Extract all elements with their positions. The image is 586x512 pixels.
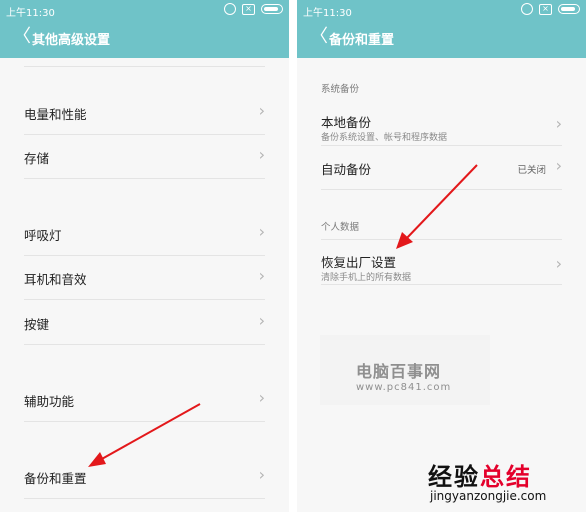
settings-item-description: 备份系统设置、帐号和程序数据 [321, 133, 448, 143]
watermark-url: www.pc841.com [356, 382, 452, 393]
right-screen: 上午11:30 × 〈 备份和重置 系统备份 本地备份 备份系统设置、帐号和程序… [297, 0, 586, 512]
battery-icon [558, 4, 580, 14]
watermark-title: 电脑百事网 [356, 362, 442, 381]
page-title: 备份和重置 [329, 33, 395, 48]
divider [24, 66, 265, 67]
status-bar: 上午11:30 × [0, 0, 289, 20]
battery-icon [261, 4, 283, 14]
settings-item-factory-reset[interactable]: 恢复出厂设置 清除手机上的所有数据 › [321, 239, 562, 285]
watermark-logo-text-a: 经验 [428, 463, 480, 491]
back-arrow-icon[interactable]: 〈 [310, 28, 328, 46]
title-bar: 〈 其他高级设置 [0, 20, 289, 58]
chevron-right-icon: › [258, 222, 265, 241]
settings-item-label: 电量和性能 [24, 107, 87, 122]
sim-status-icon: × [539, 3, 552, 15]
settings-item-auto-backup[interactable]: 自动备份 已关闭 › [321, 146, 562, 190]
settings-item-buttons[interactable]: 按键 › [24, 301, 265, 345]
settings-item-label: 辅助功能 [24, 394, 75, 409]
status-bar: 上午11:30 × [297, 0, 586, 20]
title-bar: 〈 备份和重置 [297, 20, 586, 58]
chevron-right-icon: › [258, 101, 265, 120]
settings-item-battery-performance[interactable]: 电量和性能 › [24, 91, 265, 135]
settings-item-label: 按键 [24, 317, 50, 332]
chevron-right-icon: › [555, 114, 562, 133]
section-header-personal-data: 个人数据 [321, 222, 360, 233]
watermark-logo-text-b: 总结 [480, 463, 532, 491]
watermark-logo-text: 经验总结 [428, 457, 532, 492]
settings-item-label: 恢复出厂设置 [321, 255, 397, 270]
settings-item-label: 自动备份 [321, 162, 372, 177]
chevron-right-icon: › [555, 156, 562, 175]
settings-item-label: 耳机和音效 [24, 272, 87, 287]
section-header-system-backup: 系统备份 [321, 84, 360, 95]
left-screen: 上午11:30 × 〈 其他高级设置 电量和性能 › 存储 › 呼吸灯 › 耳机… [0, 0, 289, 512]
auto-backup-status: 已关闭 [517, 165, 546, 176]
panel-separator [289, 0, 297, 512]
alarm-icon [224, 3, 236, 15]
settings-item-description: 清除手机上的所有数据 [321, 273, 412, 283]
settings-item-notification-light[interactable]: 呼吸灯 › [24, 212, 265, 256]
chevron-right-icon: › [258, 266, 265, 285]
settings-item-label: 存储 [24, 151, 50, 166]
settings-item-label: 备份和重置 [24, 471, 87, 486]
chevron-right-icon: › [258, 145, 265, 164]
settings-item-label: 呼吸灯 [24, 228, 62, 243]
chevron-right-icon: › [555, 254, 562, 273]
chevron-right-icon: › [258, 465, 265, 484]
alarm-icon [521, 3, 533, 15]
status-time: 上午11:30 [303, 8, 352, 19]
settings-item-storage[interactable]: 存储 › [24, 135, 265, 179]
sim-status-icon: × [242, 3, 255, 15]
settings-item-accessibility[interactable]: 辅助功能 › [24, 378, 265, 422]
settings-item-headphones-audio[interactable]: 耳机和音效 › [24, 256, 265, 300]
settings-item-backup-reset[interactable]: 备份和重置 › [24, 455, 265, 499]
watermark-url: jingyanzongjie.com [430, 489, 547, 503]
settings-item-local-backup[interactable]: 本地备份 备份系统设置、帐号和程序数据 › [321, 100, 562, 146]
back-arrow-icon[interactable]: 〈 [13, 28, 31, 46]
chevron-right-icon: › [258, 388, 265, 407]
page-title: 其他高级设置 [32, 33, 111, 48]
settings-item-label: 本地备份 [321, 115, 372, 130]
status-time: 上午11:30 [6, 8, 55, 19]
chevron-right-icon: › [258, 311, 265, 330]
